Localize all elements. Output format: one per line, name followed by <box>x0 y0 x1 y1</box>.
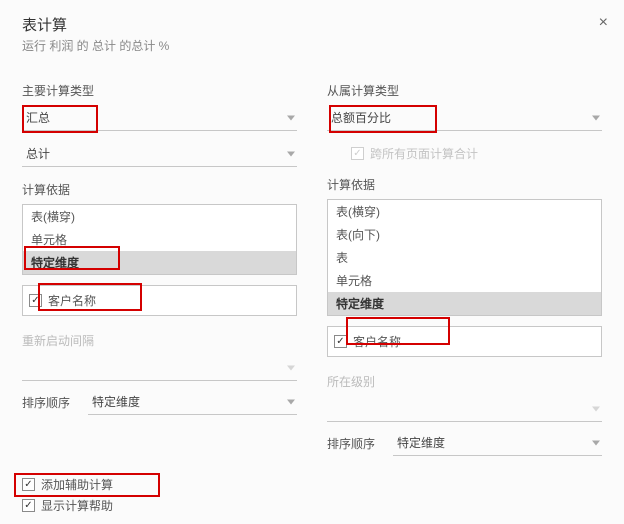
primary-sort-dropdown[interactable]: 特定维度 <box>88 389 297 415</box>
list-item[interactable]: 表(向下) <box>328 223 601 246</box>
checkbox-icon: ✓ <box>351 147 364 160</box>
sort-order-label: 排序顺序 <box>22 394 78 411</box>
primary-type-value: 汇总 <box>26 109 50 126</box>
all-pages-row: ✓ 跨所有页面计算合计 <box>327 141 602 166</box>
chevron-down-icon <box>287 151 295 156</box>
at-level-dropdown <box>327 396 602 422</box>
primary-calc-type-label: 主要计算类型 <box>22 82 297 99</box>
checkbox-icon: ✓ <box>334 335 347 348</box>
dimension-item[interactable]: ✓ 客户名称 <box>328 329 601 354</box>
list-item[interactable]: 特定维度 <box>328 292 601 315</box>
dimension-label: 客户名称 <box>353 333 401 350</box>
list-item[interactable]: 单元格 <box>328 269 601 292</box>
primary-compute-using-list[interactable]: 表(横穿) 单元格 特定维度 <box>22 204 297 275</box>
secondary-type-value: 总额百分比 <box>331 109 391 126</box>
secondary-dimension-list[interactable]: ✓ 客户名称 <box>327 326 602 357</box>
primary-compute-using-label: 计算依据 <box>22 181 297 198</box>
add-secondary-calc-row[interactable]: ✓ 添加辅助计算 <box>22 474 113 495</box>
show-calc-help-label: 显示计算帮助 <box>41 497 113 514</box>
show-calc-help-row[interactable]: ✓ 显示计算帮助 <box>22 495 113 516</box>
chevron-down-icon <box>287 115 295 120</box>
secondary-type-dropdown[interactable]: 总额百分比 <box>327 105 602 131</box>
list-item[interactable]: 特定维度 <box>23 251 296 274</box>
secondary-sort-dropdown[interactable]: 特定维度 <box>393 430 602 456</box>
primary-agg-value: 总计 <box>26 145 50 162</box>
dimension-label: 客户名称 <box>48 292 96 309</box>
list-item[interactable]: 表(横穿) <box>328 200 601 223</box>
all-pages-label: 跨所有页面计算合计 <box>370 145 478 162</box>
restart-every-label: 重新启动间隔 <box>22 332 297 349</box>
secondary-sort-value: 特定维度 <box>397 434 445 451</box>
dimension-item[interactable]: ✓ 客户名称 <box>23 288 296 313</box>
primary-agg-dropdown[interactable]: 总计 <box>22 141 297 167</box>
checkbox-icon: ✓ <box>22 478 35 491</box>
primary-type-dropdown[interactable]: 汇总 <box>22 105 297 131</box>
list-item[interactable]: 表 <box>328 246 601 269</box>
list-item[interactable]: 表(横穿) <box>23 205 296 228</box>
primary-dimension-list[interactable]: ✓ 客户名称 <box>22 285 297 316</box>
chevron-down-icon <box>592 406 600 411</box>
chevron-down-icon <box>287 365 295 370</box>
checkbox-icon: ✓ <box>22 499 35 512</box>
sort-order-label: 排序顺序 <box>327 435 383 452</box>
secondary-calc-type-label: 从属计算类型 <box>327 82 602 99</box>
secondary-compute-using-list[interactable]: 表(横穿) 表(向下) 表 单元格 特定维度 <box>327 199 602 316</box>
checkbox-icon: ✓ <box>29 294 42 307</box>
secondary-compute-using-label: 计算依据 <box>327 176 602 193</box>
at-level-label: 所在级别 <box>327 373 602 390</box>
dialog-subtitle: 运行 利润 的 总计 的总计 % <box>22 37 602 54</box>
restart-every-dropdown <box>22 355 297 381</box>
dialog-title: 表计算 <box>22 14 602 35</box>
chevron-down-icon <box>592 115 600 120</box>
chevron-down-icon <box>287 399 295 404</box>
list-item[interactable]: 单元格 <box>23 228 296 251</box>
add-secondary-calc-label: 添加辅助计算 <box>41 476 113 493</box>
chevron-down-icon <box>592 440 600 445</box>
close-icon[interactable]: × <box>599 14 608 32</box>
primary-sort-value: 特定维度 <box>92 393 140 410</box>
